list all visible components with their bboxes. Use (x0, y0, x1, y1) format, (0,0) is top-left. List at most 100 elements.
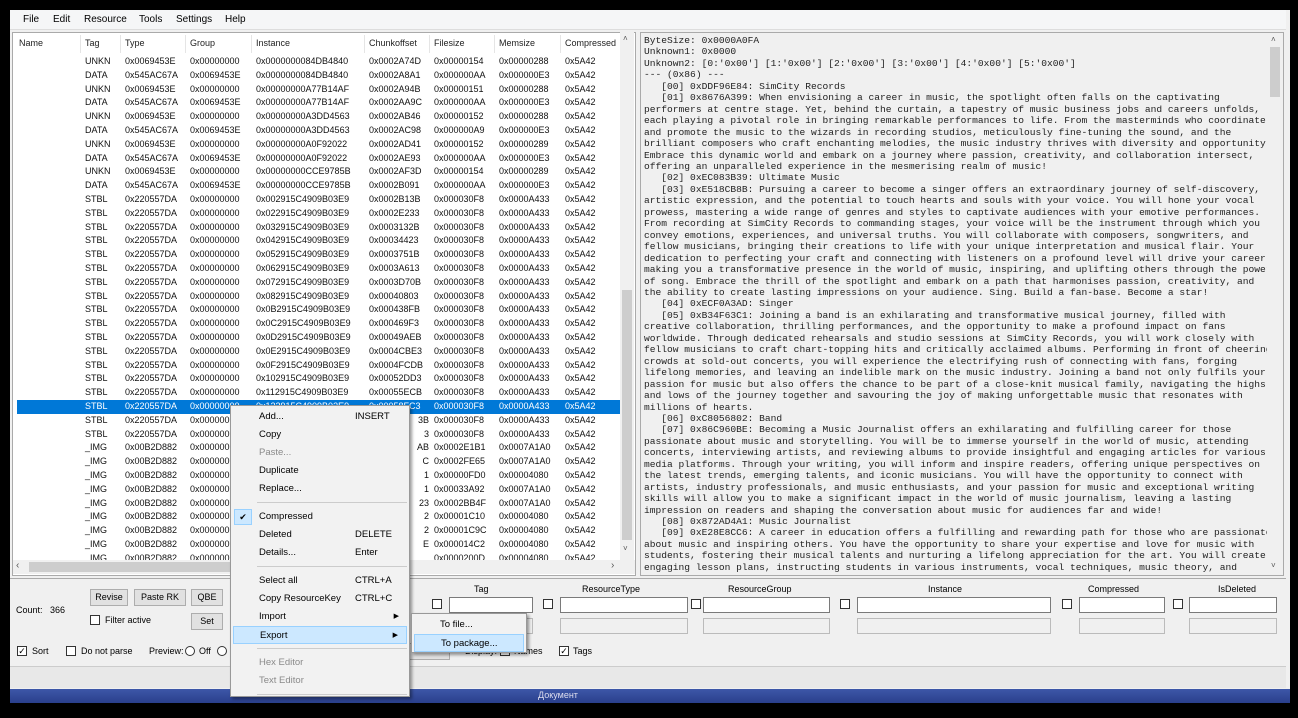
tag-filter-input[interactable] (449, 597, 533, 613)
table-row[interactable]: STBL 0x220557DA 0x00000000 0x032915C4909B03… (17, 221, 621, 235)
preview-scrollbar[interactable]: ˄ ˅ (1267, 33, 1283, 575)
preview-off-radio[interactable] (185, 646, 195, 656)
table-row[interactable]: STBL 0x220557DA 0x00000000 0x0E2915C4909B03… (17, 345, 621, 359)
menu-help[interactable]: Help (225, 14, 246, 25)
filter-active-checkbox[interactable] (90, 615, 100, 625)
column-header-memsize[interactable]: Memsize (499, 38, 535, 48)
scroll-down-icon[interactable]: ˅ (1271, 561, 1276, 570)
menu-item-deleted[interactable]: Deleted DELETE (233, 526, 407, 544)
table-row[interactable]: STBL 0x220557DA 0x00000000 0x0F2915C4909B03… (17, 359, 621, 373)
menu-item-copy-resourcekey[interactable]: Copy ResourceKey CTRL+C (233, 590, 407, 608)
menu-item-export[interactable]: Export ▶ (233, 626, 407, 644)
scroll-left-icon[interactable]: ‹ (16, 560, 19, 571)
taskbar-label[interactable]: Документ (538, 690, 578, 700)
instance-filter-input[interactable] (857, 597, 1051, 613)
qbe-button[interactable]: QBE (191, 589, 223, 606)
menu-item-to-package[interactable]: To package... (414, 634, 524, 652)
menu-edit[interactable]: Edit (53, 14, 70, 25)
menu-item-duplicate[interactable]: Duplicate (233, 462, 407, 480)
column-header-group[interactable]: Group (190, 38, 215, 48)
column-divider[interactable] (80, 35, 81, 53)
column-header-compressed[interactable]: Compressed (565, 38, 616, 48)
tag-filter-checkbox[interactable] (432, 599, 442, 609)
cell-tag: UNKN (85, 166, 111, 177)
column-divider[interactable] (185, 35, 186, 53)
table-row[interactable]: STBL 0x220557DA 0x00000000 0x052915C4909B03… (17, 248, 621, 262)
compressed-filter-input[interactable] (1079, 597, 1165, 613)
list-vertical-scrollbar[interactable]: ˄ ˅ (620, 32, 634, 560)
table-row[interactable]: DATA 0x545AC67A 0x0069453E 0x0000000084DB48… (17, 69, 621, 83)
table-row[interactable]: STBL 0x220557DA 0x00000000 0x062915C4909B03… (17, 262, 621, 276)
scroll-thumb[interactable] (1270, 47, 1280, 97)
table-row[interactable]: DATA 0x545AC67A 0x0069453E 0x00000000A0F920… (17, 152, 621, 166)
scroll-down-icon[interactable]: ˅ (623, 544, 628, 553)
column-divider[interactable] (251, 35, 252, 53)
menu-item-replace[interactable]: Replace... (233, 480, 407, 498)
menu-item-hex-editor[interactable]: Hex Editor (233, 654, 407, 672)
paste-rk-button[interactable]: Paste RK (134, 589, 186, 606)
isdeleted-filter-input[interactable] (1189, 597, 1277, 613)
table-row[interactable]: STBL 0x220557DA 0x00000000 0x112915C4909B03… (17, 386, 621, 400)
column-divider[interactable] (120, 35, 121, 53)
table-row[interactable]: UNKN 0x0069453E 0x00000000 0x00000000A77B14… (17, 83, 621, 97)
scroll-up-icon[interactable]: ˄ (623, 34, 628, 43)
menu-item-text-editor[interactable]: Text Editor (233, 672, 407, 690)
table-row[interactable]: STBL 0x220557DA 0x00000000 0x002915C4909B03… (17, 193, 621, 207)
column-header-filesize[interactable]: Filesize (434, 38, 465, 48)
menu-item-paste[interactable]: Paste... (233, 444, 407, 462)
resourcetype-filter-checkbox[interactable] (543, 599, 553, 609)
table-row[interactable]: STBL 0x220557DA 0x00000000 0x0D2915C4909B03… (17, 331, 621, 345)
preview-radio-2[interactable] (217, 646, 227, 656)
column-header-instance[interactable]: Instance (256, 38, 290, 48)
column-divider[interactable] (364, 35, 365, 53)
isdeleted-filter-checkbox[interactable] (1173, 599, 1183, 609)
menu-settings[interactable]: Settings (176, 14, 212, 25)
menu-file[interactable]: File (23, 14, 39, 25)
menu-item-import[interactable]: Import ▶ (233, 608, 407, 626)
menu-item-details[interactable]: Details... Enter (233, 544, 407, 562)
cell-memsize: 0x0000A433 (499, 304, 550, 315)
table-row[interactable]: UNKN 0x0069453E 0x00000000 0x00000000CCE978… (17, 165, 621, 179)
table-row[interactable]: STBL 0x220557DA 0x00000000 0x022915C4909B03… (17, 207, 621, 221)
instance-filter-checkbox[interactable] (840, 599, 850, 609)
menu-item-select-all[interactable]: Select all CTRL+A (233, 572, 407, 590)
column-header-name[interactable]: Name (19, 38, 43, 48)
column-header-tag[interactable]: Tag (85, 38, 100, 48)
column-divider[interactable] (429, 35, 430, 53)
table-row[interactable]: DATA 0x545AC67A 0x0069453E 0x00000000A77B14… (17, 96, 621, 110)
table-row[interactable]: DATA 0x545AC67A 0x0069453E 0x00000000A3DD45… (17, 124, 621, 138)
table-row[interactable]: UNKN 0x0069453E 0x00000000 0x00000000A3DD45… (17, 110, 621, 124)
table-row[interactable]: STBL 0x220557DA 0x00000000 0x0B2915C4909B03… (17, 303, 621, 317)
menu-item-add[interactable]: Add... INSERT (233, 408, 407, 426)
table-row[interactable]: UNKN 0x0069453E 0x00000000 0x00000000A0F920… (17, 138, 621, 152)
resourcegroup-filter-input[interactable] (703, 597, 830, 613)
column-divider[interactable] (560, 35, 561, 53)
column-divider[interactable] (494, 35, 495, 53)
compressed-filter-checkbox[interactable] (1062, 599, 1072, 609)
table-row[interactable]: STBL 0x220557DA 0x00000000 0x082915C4909B03… (17, 290, 621, 304)
do-not-parse-checkbox[interactable] (66, 646, 76, 656)
table-row[interactable]: STBL 0x220557DA 0x00000000 0x102915C4909B03… (17, 372, 621, 386)
scroll-up-icon[interactable]: ˄ (1271, 35, 1276, 44)
resourcetype-filter-input[interactable] (560, 597, 688, 613)
menu-item-to-file[interactable]: To file... (414, 616, 524, 634)
menu-item-edit-stbl[interactable]: Edit STBL (233, 700, 407, 718)
menu-item-compressed[interactable]: ✔ Compressed (233, 508, 407, 526)
tags-checkbox[interactable]: ✓ (559, 646, 569, 656)
scroll-right-icon[interactable]: › (611, 560, 614, 571)
menu-tools[interactable]: Tools (139, 14, 162, 25)
sort-checkbox[interactable]: ✓ (17, 646, 27, 656)
set-button[interactable]: Set (191, 613, 223, 630)
column-header-type[interactable]: Type (125, 38, 145, 48)
menu-item-copy[interactable]: Copy (233, 426, 407, 444)
revise-button[interactable]: Revise (90, 589, 128, 606)
resourcegroup-filter-checkbox[interactable] (691, 599, 701, 609)
table-row[interactable]: UNKN 0x0069453E 0x00000000 0x0000000084DB48… (17, 55, 621, 69)
menu-resource[interactable]: Resource (84, 14, 127, 25)
table-row[interactable]: STBL 0x220557DA 0x00000000 0x042915C4909B03… (17, 234, 621, 248)
column-header-chunkoffset[interactable]: Chunkoffset (369, 38, 417, 48)
scroll-thumb[interactable] (622, 290, 632, 540)
table-row[interactable]: STBL 0x220557DA 0x00000000 0x072915C4909B03… (17, 276, 621, 290)
table-row[interactable]: STBL 0x220557DA 0x00000000 0x0C2915C4909B03… (17, 317, 621, 331)
table-row[interactable]: DATA 0x545AC67A 0x0069453E 0x00000000CCE978… (17, 179, 621, 193)
